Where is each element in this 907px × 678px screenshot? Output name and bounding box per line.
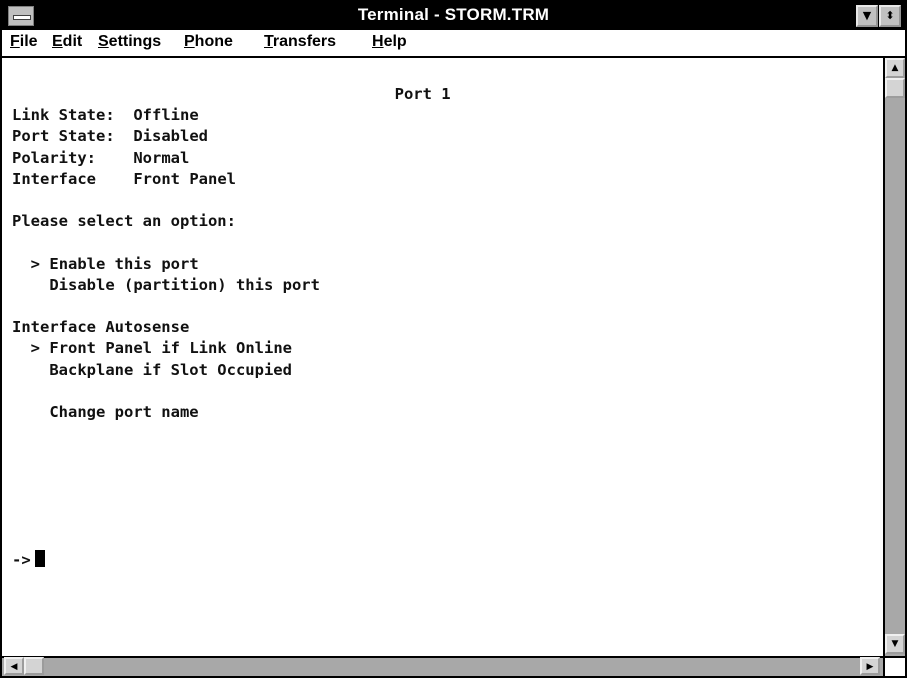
selection-marker: > [30, 254, 41, 273]
option-front-panel[interactable]: Front Panel if Link Online [49, 339, 292, 357]
menu-transfers[interactable]: Transfers [264, 33, 336, 51]
menu-settings[interactable]: Settings [98, 33, 161, 51]
select-option-prompt: Please select an option: [12, 212, 236, 231]
text-cursor-icon [34, 550, 45, 568]
terminal-screen[interactable]: Port 1 Link State: Offline Port State: D… [2, 58, 882, 656]
arrow-up-icon[interactable]: ▲ [885, 58, 905, 78]
menu-bar: File Edit Settings Phone Transfers Help [2, 30, 905, 58]
arrow-down-icon[interactable]: ▼ [885, 634, 905, 654]
polarity-label: Polarity: [12, 148, 96, 167]
terminal-header-pad [12, 85, 395, 103]
title-bar[interactable]: Terminal - STORM.TRM ▼ ⬍ [2, 2, 905, 30]
option-backplane[interactable]: Backplane if Slot Occupied [49, 361, 292, 379]
scrollbar-corner [883, 656, 905, 676]
polarity-value: Normal [133, 148, 190, 167]
arrow-right-icon[interactable]: ▶ [860, 657, 880, 675]
link-state-label: Link State: [12, 106, 115, 125]
interface-value: Front Panel [133, 169, 236, 188]
option-enable-port[interactable]: Enable this port [49, 255, 198, 273]
option-change-port-name[interactable]: Change port name [49, 403, 198, 421]
port-header: Port 1 [394, 85, 451, 103]
menu-file[interactable]: File [10, 33, 38, 51]
restore-icon[interactable]: ⬍ [879, 5, 901, 27]
arrow-left-icon[interactable]: ◀ [4, 657, 24, 675]
scroll-thumb-vertical[interactable] [885, 78, 905, 98]
minimize-icon[interactable]: ▼ [856, 5, 878, 27]
option-disable-port[interactable]: Disable (partition) this port [49, 276, 320, 294]
horizontal-scrollbar[interactable]: ◀ ▶ [2, 656, 883, 676]
menu-edit[interactable]: Edit [52, 33, 82, 51]
port-state-label: Port State: [12, 127, 115, 146]
vertical-scrollbar[interactable]: ▲ ▼ [883, 58, 905, 656]
menu-help[interactable]: Help [372, 33, 407, 51]
menu-phone[interactable]: Phone [184, 33, 233, 51]
selection-marker: > [30, 339, 41, 358]
link-state-value: Offline [133, 106, 199, 125]
window-title: Terminal - STORM.TRM [357, 5, 550, 24]
interface-label: Interface [12, 169, 96, 188]
command-prompt: -> [12, 551, 31, 570]
terminal-window: Terminal - STORM.TRM ▼ ⬍ File Edit Setti… [0, 0, 907, 678]
port-state-value: Disabled [133, 127, 208, 146]
terminal-text: Port 1 Link State: Offline Port State: D… [12, 84, 451, 572]
scroll-thumb-horizontal[interactable] [24, 657, 44, 675]
autosense-title: Interface Autosense [12, 318, 190, 337]
